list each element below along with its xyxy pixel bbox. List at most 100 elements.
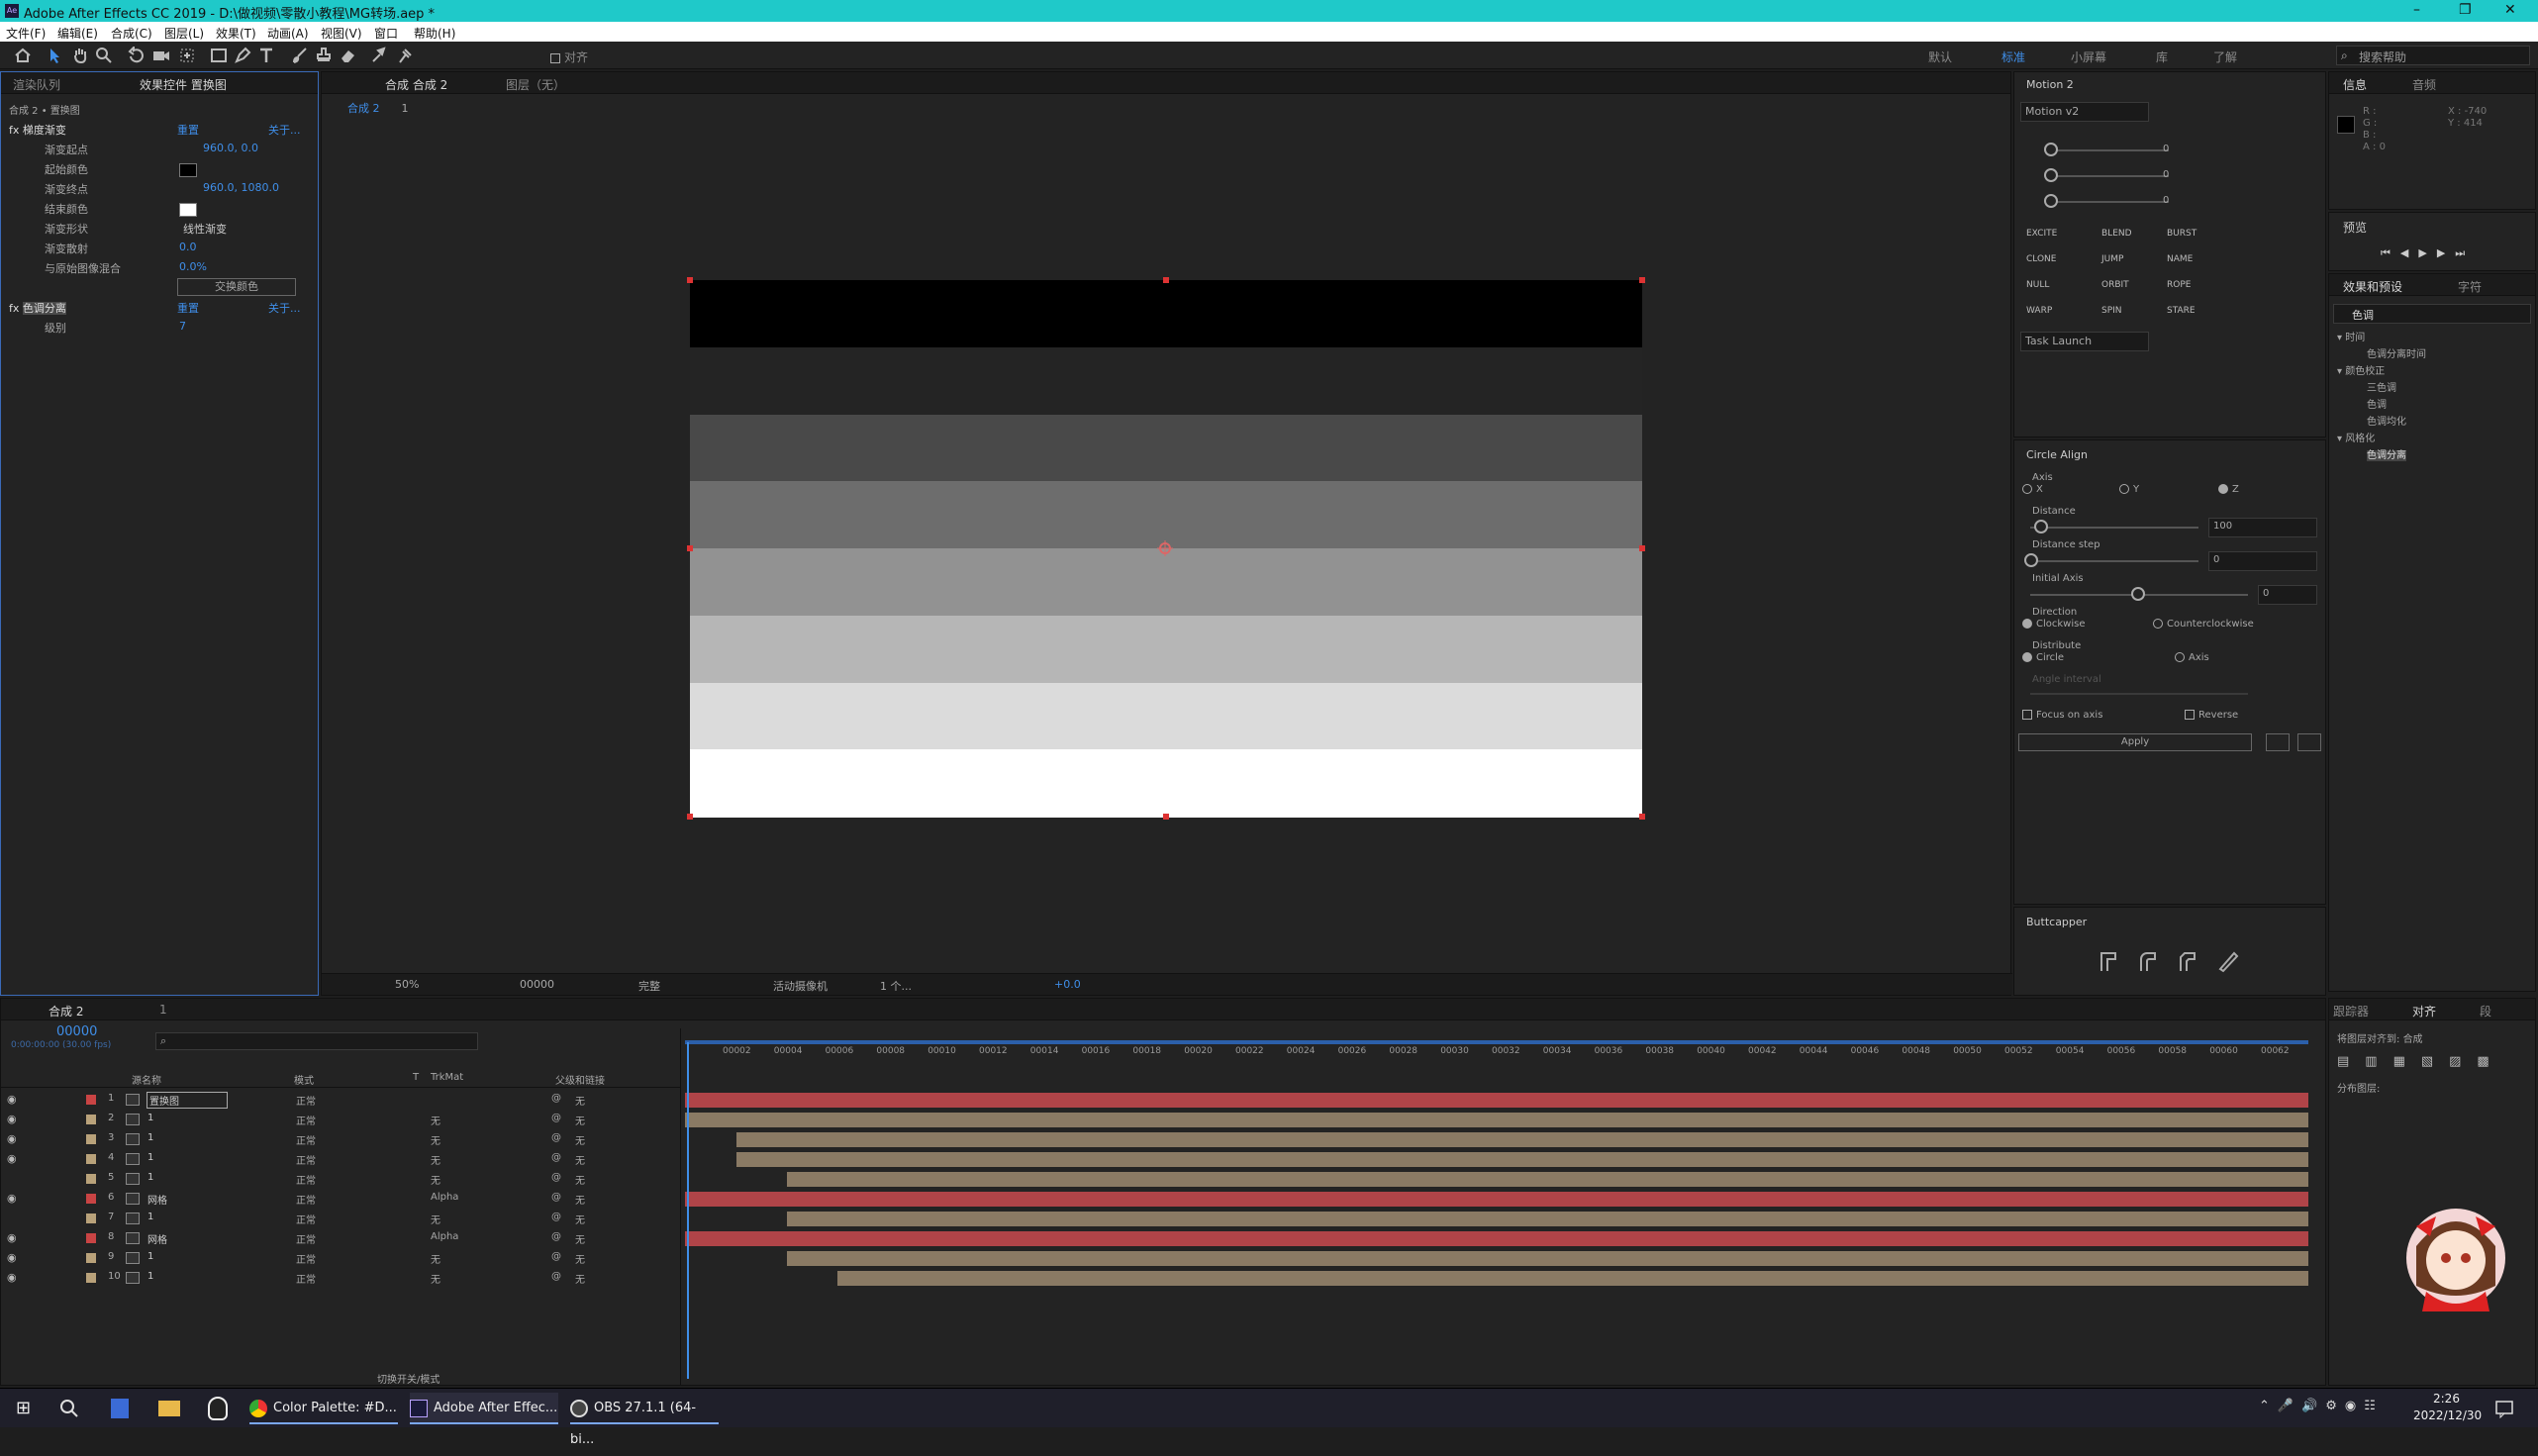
layer-duration-bar[interactable]	[787, 1172, 2308, 1187]
tab-effect-controls[interactable]: 效果控件 置换图	[140, 76, 227, 93]
parent-pickwhip-icon[interactable]: @	[551, 1172, 561, 1183]
layer-mode-dropdown[interactable]: 正常	[296, 1251, 316, 1266]
layer-mode-dropdown[interactable]: 正常	[296, 1231, 316, 1246]
layer-name[interactable]: 1	[147, 1271, 153, 1282]
layer-duration-bar[interactable]	[685, 1093, 2308, 1108]
layer-parent-dropdown[interactable]: 无	[575, 1152, 585, 1167]
layer-trkmat-dropdown[interactable]: Alpha	[431, 1231, 458, 1242]
close-button[interactable]: ✕	[2504, 2, 2516, 18]
search-icon[interactable]	[59, 1399, 79, 1418]
tree-item[interactable]: 三色调	[2337, 380, 2426, 397]
layer-row[interactable]: ◉ 6 网格 正常 Alpha @ 无	[1, 1189, 684, 1209]
distance-step-slider[interactable]	[2024, 553, 2038, 567]
parent-pickwhip-icon[interactable]: @	[551, 1093, 561, 1104]
layer-label-color[interactable]	[86, 1154, 96, 1164]
reset-link[interactable]: 重置	[177, 300, 199, 316]
qq-app-icon[interactable]	[208, 1397, 228, 1420]
tab-composition[interactable]: 合成 合成 2	[385, 76, 447, 93]
timeline-timecode[interactable]: 00000	[56, 1024, 97, 1039]
visibility-eye-icon[interactable]: ◉	[7, 1231, 17, 1244]
visibility-eye-icon[interactable]: ◉	[7, 1192, 17, 1205]
minimize-button[interactable]: –	[2413, 2, 2420, 18]
taskbar-chrome-app[interactable]: Color Palette: #D...	[249, 1393, 398, 1424]
counterclockwise-radio[interactable]: Counterclockwise	[2153, 619, 2254, 630]
calculator-app-icon[interactable]	[111, 1399, 129, 1418]
layer-mode-dropdown[interactable]: 正常	[296, 1093, 316, 1108]
layer-name[interactable]: 1	[147, 1172, 153, 1183]
layer-mode-dropdown[interactable]: 正常	[296, 1172, 316, 1187]
tab-info[interactable]: 信息	[2343, 76, 2367, 93]
layer-name[interactable]: 1	[147, 1113, 153, 1123]
initial-axis-input[interactable]: 0	[2258, 585, 2317, 605]
cap-round-icon[interactable]	[2137, 949, 2161, 973]
exposure-value[interactable]: +0.0	[1054, 978, 1081, 991]
layer-label-color[interactable]	[86, 1134, 96, 1144]
cap-pen-icon[interactable]	[2216, 949, 2240, 973]
tab-timeline-comp2[interactable]: 合成 2	[49, 1003, 83, 1019]
visibility-eye-icon[interactable]: ◉	[7, 1113, 17, 1125]
stare-button[interactable]: STARE	[2167, 306, 2196, 316]
layer-parent-dropdown[interactable]: 无	[575, 1251, 585, 1266]
tab-align[interactable]: 对齐	[2412, 1003, 2436, 1019]
layer-row[interactable]: ◉ 8 网格 正常 Alpha @ 无	[1, 1228, 684, 1248]
motion-slider-1[interactable]	[2044, 143, 2058, 156]
layer-name[interactable]: 1	[147, 1251, 153, 1262]
layer-name[interactable]: 1	[147, 1212, 153, 1222]
rotate-tool-icon[interactable]	[127, 47, 145, 64]
layer-duration-bar[interactable]	[685, 1113, 2308, 1127]
tab-character[interactable]: 字符	[2458, 278, 2482, 295]
notification-icon[interactable]	[2494, 1399, 2514, 1418]
warp-button[interactable]: WARP	[2026, 306, 2052, 316]
layer-name[interactable]: 网格	[147, 1231, 167, 1246]
visibility-eye-icon[interactable]: ◉	[7, 1132, 17, 1145]
timeline-search-input[interactable]: ⌕	[155, 1032, 478, 1050]
distribute-axis-radio[interactable]: Axis	[2175, 652, 2209, 663]
layer-mode-dropdown[interactable]: 正常	[296, 1271, 316, 1286]
work-area-bar[interactable]	[685, 1040, 2308, 1044]
align-buttons[interactable]: ▤▥▦▧▨▩	[2337, 1054, 2505, 1069]
menu-help[interactable]: 帮助(H)	[414, 25, 455, 42]
tree-folder[interactable]: ▾ 风格化	[2337, 431, 2426, 447]
about-link[interactable]: 关于...	[268, 122, 301, 138]
layer-row[interactable]: ◉ 4 1 正常 无 @ 无	[1, 1149, 684, 1169]
task-launch-dropdown[interactable]: Task Launch	[2020, 332, 2149, 351]
parent-pickwhip-icon[interactable]: @	[551, 1132, 561, 1143]
taskbar-after-effects-app[interactable]: Adobe After Effec...	[410, 1393, 558, 1424]
parent-pickwhip-icon[interactable]: @	[551, 1152, 561, 1163]
menu-file[interactable]: 文件(F)	[6, 25, 46, 42]
axis-x-radio[interactable]: X	[2022, 484, 2043, 495]
layer-duration-bar[interactable]	[685, 1192, 2308, 1207]
brush-tool-icon[interactable]	[291, 47, 309, 64]
distance-input[interactable]: 100	[2208, 518, 2317, 537]
layer-label-color[interactable]	[86, 1213, 96, 1223]
zoom-tool-icon[interactable]	[95, 47, 113, 64]
layer-trkmat-dropdown[interactable]: 无	[431, 1132, 440, 1147]
layer-mode-dropdown[interactable]: 正常	[296, 1152, 316, 1167]
playback-controls[interactable]: ⏮◀▶▶⏭	[2381, 246, 2475, 260]
layer-duration-bar[interactable]	[837, 1271, 2308, 1286]
layer-row[interactable]: ◉ 10 1 正常 无 @ 无	[1, 1268, 684, 1288]
clockwise-radio[interactable]: Clockwise	[2022, 619, 2086, 630]
layer-parent-dropdown[interactable]: 无	[575, 1212, 585, 1226]
tab-paragraph[interactable]: 段	[2480, 1003, 2491, 1019]
circle-align-option-button-1[interactable]	[2266, 733, 2290, 751]
rectangle-tool-icon[interactable]	[210, 47, 228, 64]
visibility-eye-icon[interactable]: ◉	[7, 1152, 17, 1165]
layer-trkmat-dropdown[interactable]: 无	[431, 1152, 440, 1167]
clone-button[interactable]: CLONE	[2026, 254, 2056, 264]
tab-effects-presets[interactable]: 效果和预设	[2343, 278, 2402, 295]
layer-label-color[interactable]	[86, 1273, 96, 1283]
motion-slider-2[interactable]	[2044, 168, 2058, 182]
layer-parent-dropdown[interactable]: 无	[575, 1172, 585, 1187]
cap-projecting-icon[interactable]	[2177, 949, 2200, 973]
layer-parent-dropdown[interactable]: 无	[575, 1093, 585, 1108]
layer-trkmat-dropdown[interactable]: 无	[431, 1172, 440, 1187]
tree-folder[interactable]: ▾ 颜色校正	[2337, 363, 2426, 380]
name-button[interactable]: NAME	[2167, 254, 2193, 264]
distance-slider[interactable]	[2034, 520, 2048, 534]
snap-checkbox[interactable]: 对齐	[550, 49, 588, 65]
null-button[interactable]: NULL	[2026, 280, 2049, 290]
roto-brush-tool-icon[interactable]	[370, 47, 388, 64]
pan-behind-tool-icon[interactable]	[178, 47, 196, 64]
excite-button[interactable]: EXCITE	[2026, 229, 2057, 239]
